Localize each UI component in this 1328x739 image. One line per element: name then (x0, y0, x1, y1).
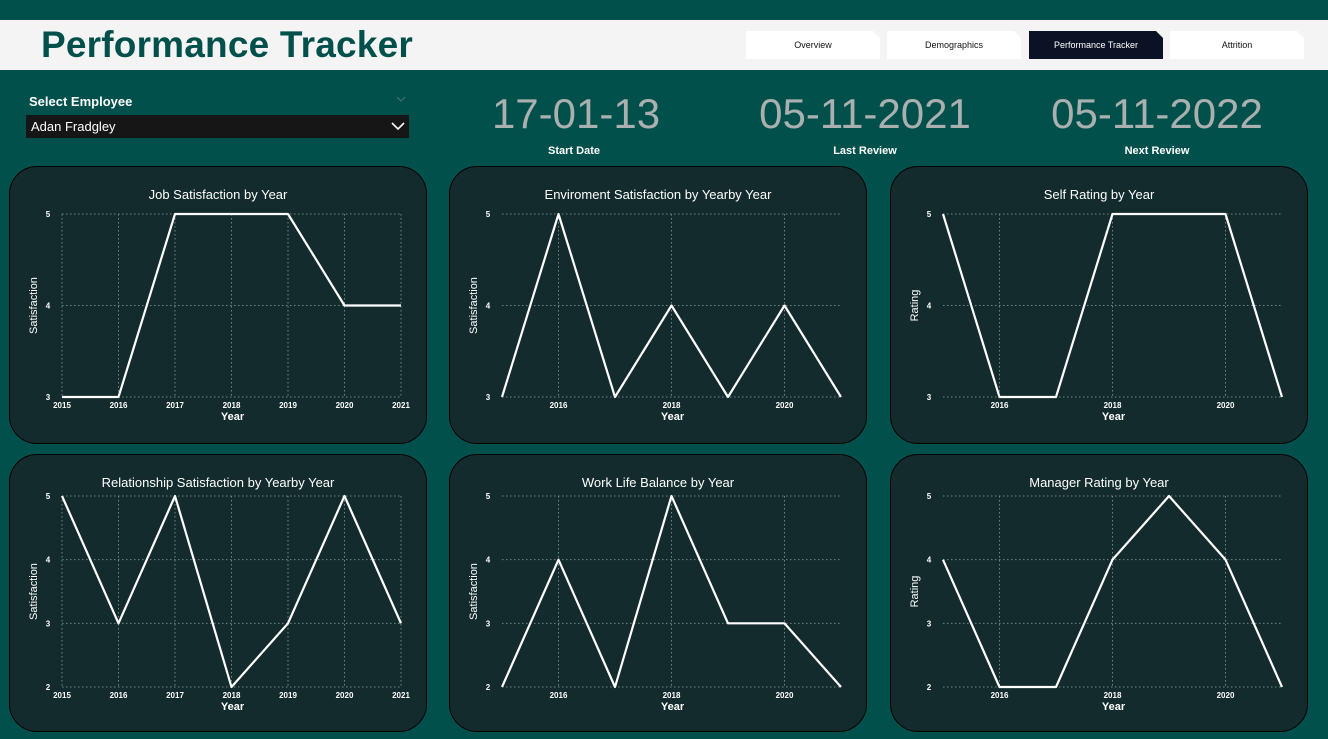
x-tick-label: 2020 (776, 401, 794, 410)
next-review-label: Next Review (1124, 145, 1190, 157)
x-axis-title: Year (221, 701, 245, 713)
next-review-value: 05-11-2022 (1051, 90, 1263, 137)
x-axis-title: Year (661, 701, 685, 713)
job-satisfaction-chart: 3 4 5 2015 2016 2017 2018 2019 2020 2021 Year Satis… (28, 210, 410, 423)
tab-overview[interactable]: Overview (746, 31, 880, 59)
employee-select-value: Adan Fradgley (31, 119, 116, 134)
y-tick-label: 5 (46, 492, 51, 501)
x-axis-title: Year (1102, 701, 1126, 713)
chart-card-job-satisfaction: Job Satisfaction by Year 3 4 5 2015 2016 2017… (9, 166, 427, 444)
employee-select-label: Select Employee (29, 94, 133, 109)
x-tick-label: 2018 (1104, 691, 1122, 700)
start-date-value: 17-01-13 (491, 90, 661, 137)
collapse-chevron-icon[interactable] (396, 94, 406, 104)
x-tick-label: 2015 (53, 401, 71, 410)
x-axis-title: Year (661, 411, 685, 423)
y-tick-label: 3 (486, 393, 491, 402)
x-tick-label: 2016 (991, 691, 1009, 700)
x-tick-label: 2018 (223, 401, 241, 410)
tab-attrition[interactable]: Attrition (1170, 31, 1304, 59)
x-axis-title: Year (1102, 411, 1126, 423)
start-date-label: Start Date (548, 145, 600, 157)
chart-card-work-life-balance: Work Life Balance by Year 2 3 4 5 2016 2018 20… (449, 454, 867, 732)
y-tick-label: 5 (46, 210, 51, 219)
y-tick-label: 4 (927, 302, 932, 311)
y-tick-label: 4 (486, 302, 491, 311)
x-tick-label: 2020 (776, 691, 794, 700)
x-tick-label: 2019 (279, 401, 297, 410)
y-axis-title: Satisfaction (28, 563, 40, 620)
tab-performance-tracker[interactable]: Performance Tracker (1029, 31, 1163, 59)
x-tick-label: 2018 (663, 401, 681, 410)
y-tick-label: 5 (486, 492, 491, 501)
x-tick-label: 2020 (1217, 691, 1235, 700)
y-tick-label: 4 (46, 302, 51, 311)
y-axis-title: Satisfaction (468, 277, 480, 334)
y-tick-label: 2 (927, 683, 932, 692)
x-tick-label: 2019 (279, 691, 297, 700)
x-axis-title: Year (221, 411, 245, 423)
x-tick-label: 2017 (166, 401, 184, 410)
work-life-balance-chart: 2 3 4 5 2016 2018 2020 Year Satisfaction (468, 492, 842, 713)
manager-rating-chart: 2 3 4 5 2016 2018 2020 Year Rating (909, 492, 1284, 713)
chart-card-relationship-satisfaction: Relationship Satisfaction by Yearby Year… (9, 454, 427, 732)
self-rating-chart: 3 4 5 2016 2018 2020 Year Rating (909, 210, 1284, 423)
x-tick-label: 2016 (550, 691, 568, 700)
y-tick-label: 3 (46, 393, 51, 402)
y-axis-title: Satisfaction (468, 563, 480, 620)
page-title: Performance Tracker (41, 24, 413, 65)
x-tick-label: 2016 (110, 691, 128, 700)
x-tick-label: 2017 (166, 691, 184, 700)
x-tick-label: 2015 (53, 691, 71, 700)
environment-satisfaction-chart: 3 4 5 2016 2018 2020 Year Satisfaction (468, 210, 842, 423)
x-tick-label: 2021 (392, 691, 410, 700)
y-tick-label: 4 (927, 556, 932, 565)
y-tick-label: 4 (46, 556, 51, 565)
x-tick-label: 2020 (336, 691, 354, 700)
x-tick-label: 2016 (550, 401, 568, 410)
y-tick-label: 5 (486, 210, 491, 219)
chevron-down-icon (391, 122, 405, 131)
relationship-satisfaction-chart: 2 3 4 5 2015 2016 2017 2018 2019 2020 2021 Year Sati… (28, 492, 410, 713)
last-review-value: 05-11-2021 (759, 90, 971, 137)
y-tick-label: 3 (486, 619, 491, 628)
y-tick-label: 3 (927, 619, 932, 628)
x-tick-label: 2018 (1104, 401, 1122, 410)
x-tick-label: 2016 (110, 401, 128, 410)
y-tick-label: 5 (927, 210, 932, 219)
employee-select[interactable]: Adan Fradgley (26, 115, 409, 138)
last-review-label: Last Review (833, 145, 897, 157)
y-tick-label: 4 (486, 556, 491, 565)
x-tick-label: 2018 (663, 691, 681, 700)
y-axis-title: Satisfaction (28, 277, 40, 334)
x-tick-label: 2020 (336, 401, 354, 410)
chart-card-self-rating: Self Rating by Year 3 4 5 2016 2018 2020 Year R… (890, 166, 1308, 444)
y-axis-title: Rating (909, 290, 921, 322)
x-tick-label: 2016 (991, 401, 1009, 410)
x-tick-label: 2018 (223, 691, 241, 700)
x-tick-label: 2020 (1217, 401, 1235, 410)
chart-card-manager-rating: Manager Rating by Year 2 3 4 5 2016 2018 2020 Y… (890, 454, 1308, 732)
chart-card-environment-satisfaction: Enviroment Satisfaction by Yearby Year 3… (449, 166, 867, 444)
x-tick-label: 2021 (392, 401, 410, 410)
y-axis-title: Rating (909, 576, 921, 608)
y-tick-label: 5 (927, 492, 932, 501)
y-tick-label: 3 (46, 619, 51, 628)
y-tick-label: 2 (46, 683, 51, 692)
y-tick-label: 2 (486, 683, 491, 692)
y-tick-label: 3 (927, 393, 932, 402)
tab-demographics[interactable]: Demographics (887, 31, 1021, 59)
